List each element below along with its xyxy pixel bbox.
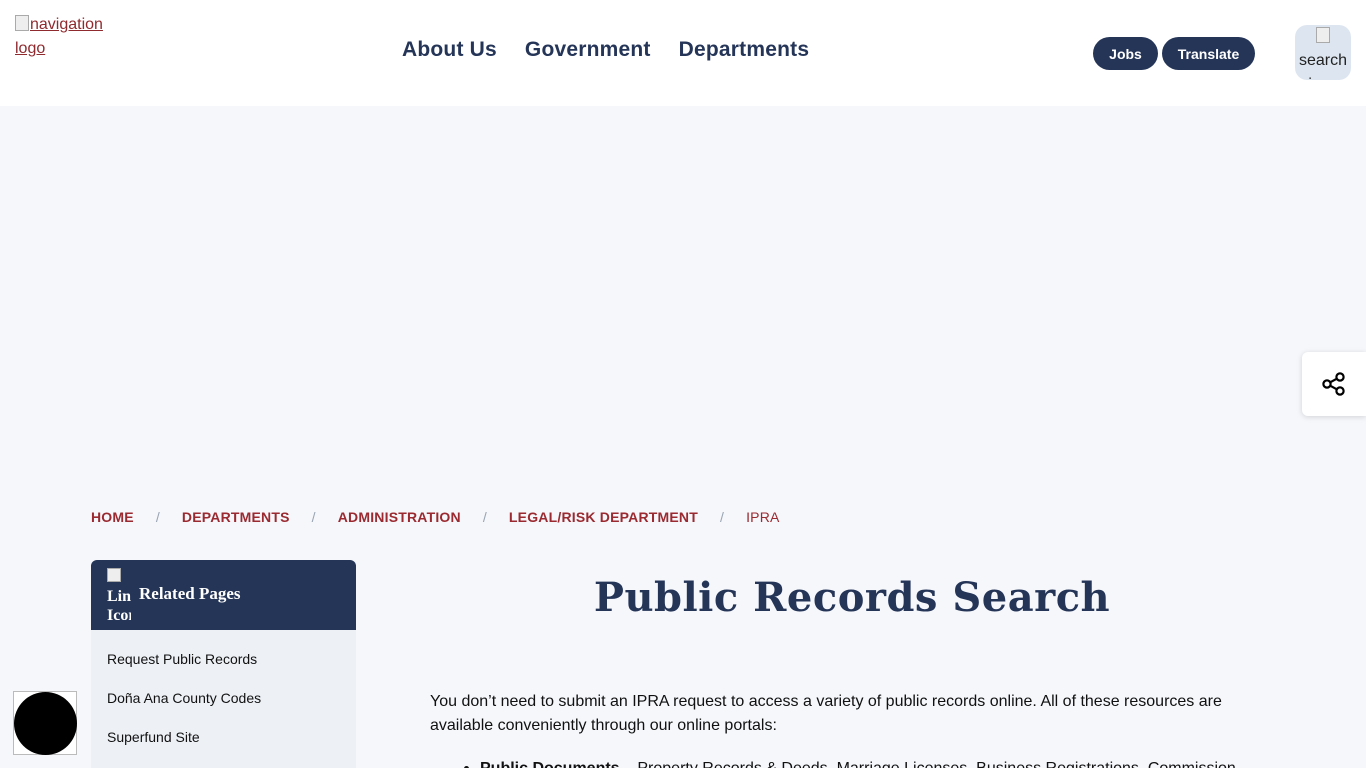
breadcrumb-departments[interactable]: DEPARTMENTS (182, 509, 290, 525)
link-icon: Link Icon (107, 568, 131, 624)
bullet-heading[interactable]: Public Documents (480, 760, 620, 768)
breadcrumb-separator: / (482, 509, 487, 525)
breadcrumb: HOME / DEPARTMENTS / ADMINISTRATION / LE… (91, 509, 780, 525)
nav-departments[interactable]: Departments (679, 38, 810, 62)
site-header: navigation logo About Us Government Depa… (0, 0, 1366, 106)
breadcrumb-separator: / (155, 509, 160, 525)
bullet-text: – Property Records & Deeds, Marriage Lic… (620, 760, 1236, 768)
related-link-request-public-records[interactable]: Request Public Records (107, 651, 257, 667)
share-icon (1322, 372, 1345, 396)
translate-button[interactable]: Translate (1162, 37, 1255, 70)
broken-image-icon (107, 568, 121, 582)
intro-paragraph: You don’t need to submit an IPRA request… (430, 693, 1222, 734)
accessibility-widget-button[interactable] (13, 691, 77, 755)
link-icon-alt: Link Icon (107, 588, 131, 624)
related-pages-title: Related Pages (139, 584, 241, 603)
breadcrumb-current: IPRA (746, 509, 780, 525)
related-link-county-codes[interactable]: Doña Ana County Codes (107, 690, 261, 706)
breadcrumb-legal-risk[interactable]: LEGAL/RISK DEPARTMENT (509, 509, 698, 525)
breadcrumb-separator: / (311, 509, 316, 525)
breadcrumb-administration[interactable]: ADMINISTRATION (338, 509, 461, 525)
jobs-button[interactable]: Jobs (1093, 37, 1158, 70)
broken-image-icon (15, 15, 29, 31)
accessibility-icon (14, 692, 77, 755)
nav-government[interactable]: Government (525, 38, 651, 62)
nav-about-us[interactable]: About Us (402, 38, 497, 62)
share-button[interactable] (1302, 352, 1366, 416)
search-button[interactable]: search icon (1295, 25, 1351, 80)
main-nav: About Us Government Departments (402, 38, 809, 62)
search-icon (1316, 27, 1330, 43)
breadcrumb-separator: / (719, 509, 725, 525)
breadcrumb-home[interactable]: HOME (91, 509, 134, 525)
related-pages-header: Link Icon Related Pages (91, 560, 356, 630)
related-pages-list: Request Public Records Doña Ana County C… (91, 630, 356, 768)
list-item: Public Documents – Property Records & De… (464, 757, 1264, 768)
navigation-logo[interactable]: navigation logo (15, 13, 115, 61)
related-link-superfund-site[interactable]: Superfund Site (107, 729, 200, 745)
search-alt-text: search icon (1298, 52, 1348, 80)
page-title: Public Records Search (593, 574, 1111, 621)
